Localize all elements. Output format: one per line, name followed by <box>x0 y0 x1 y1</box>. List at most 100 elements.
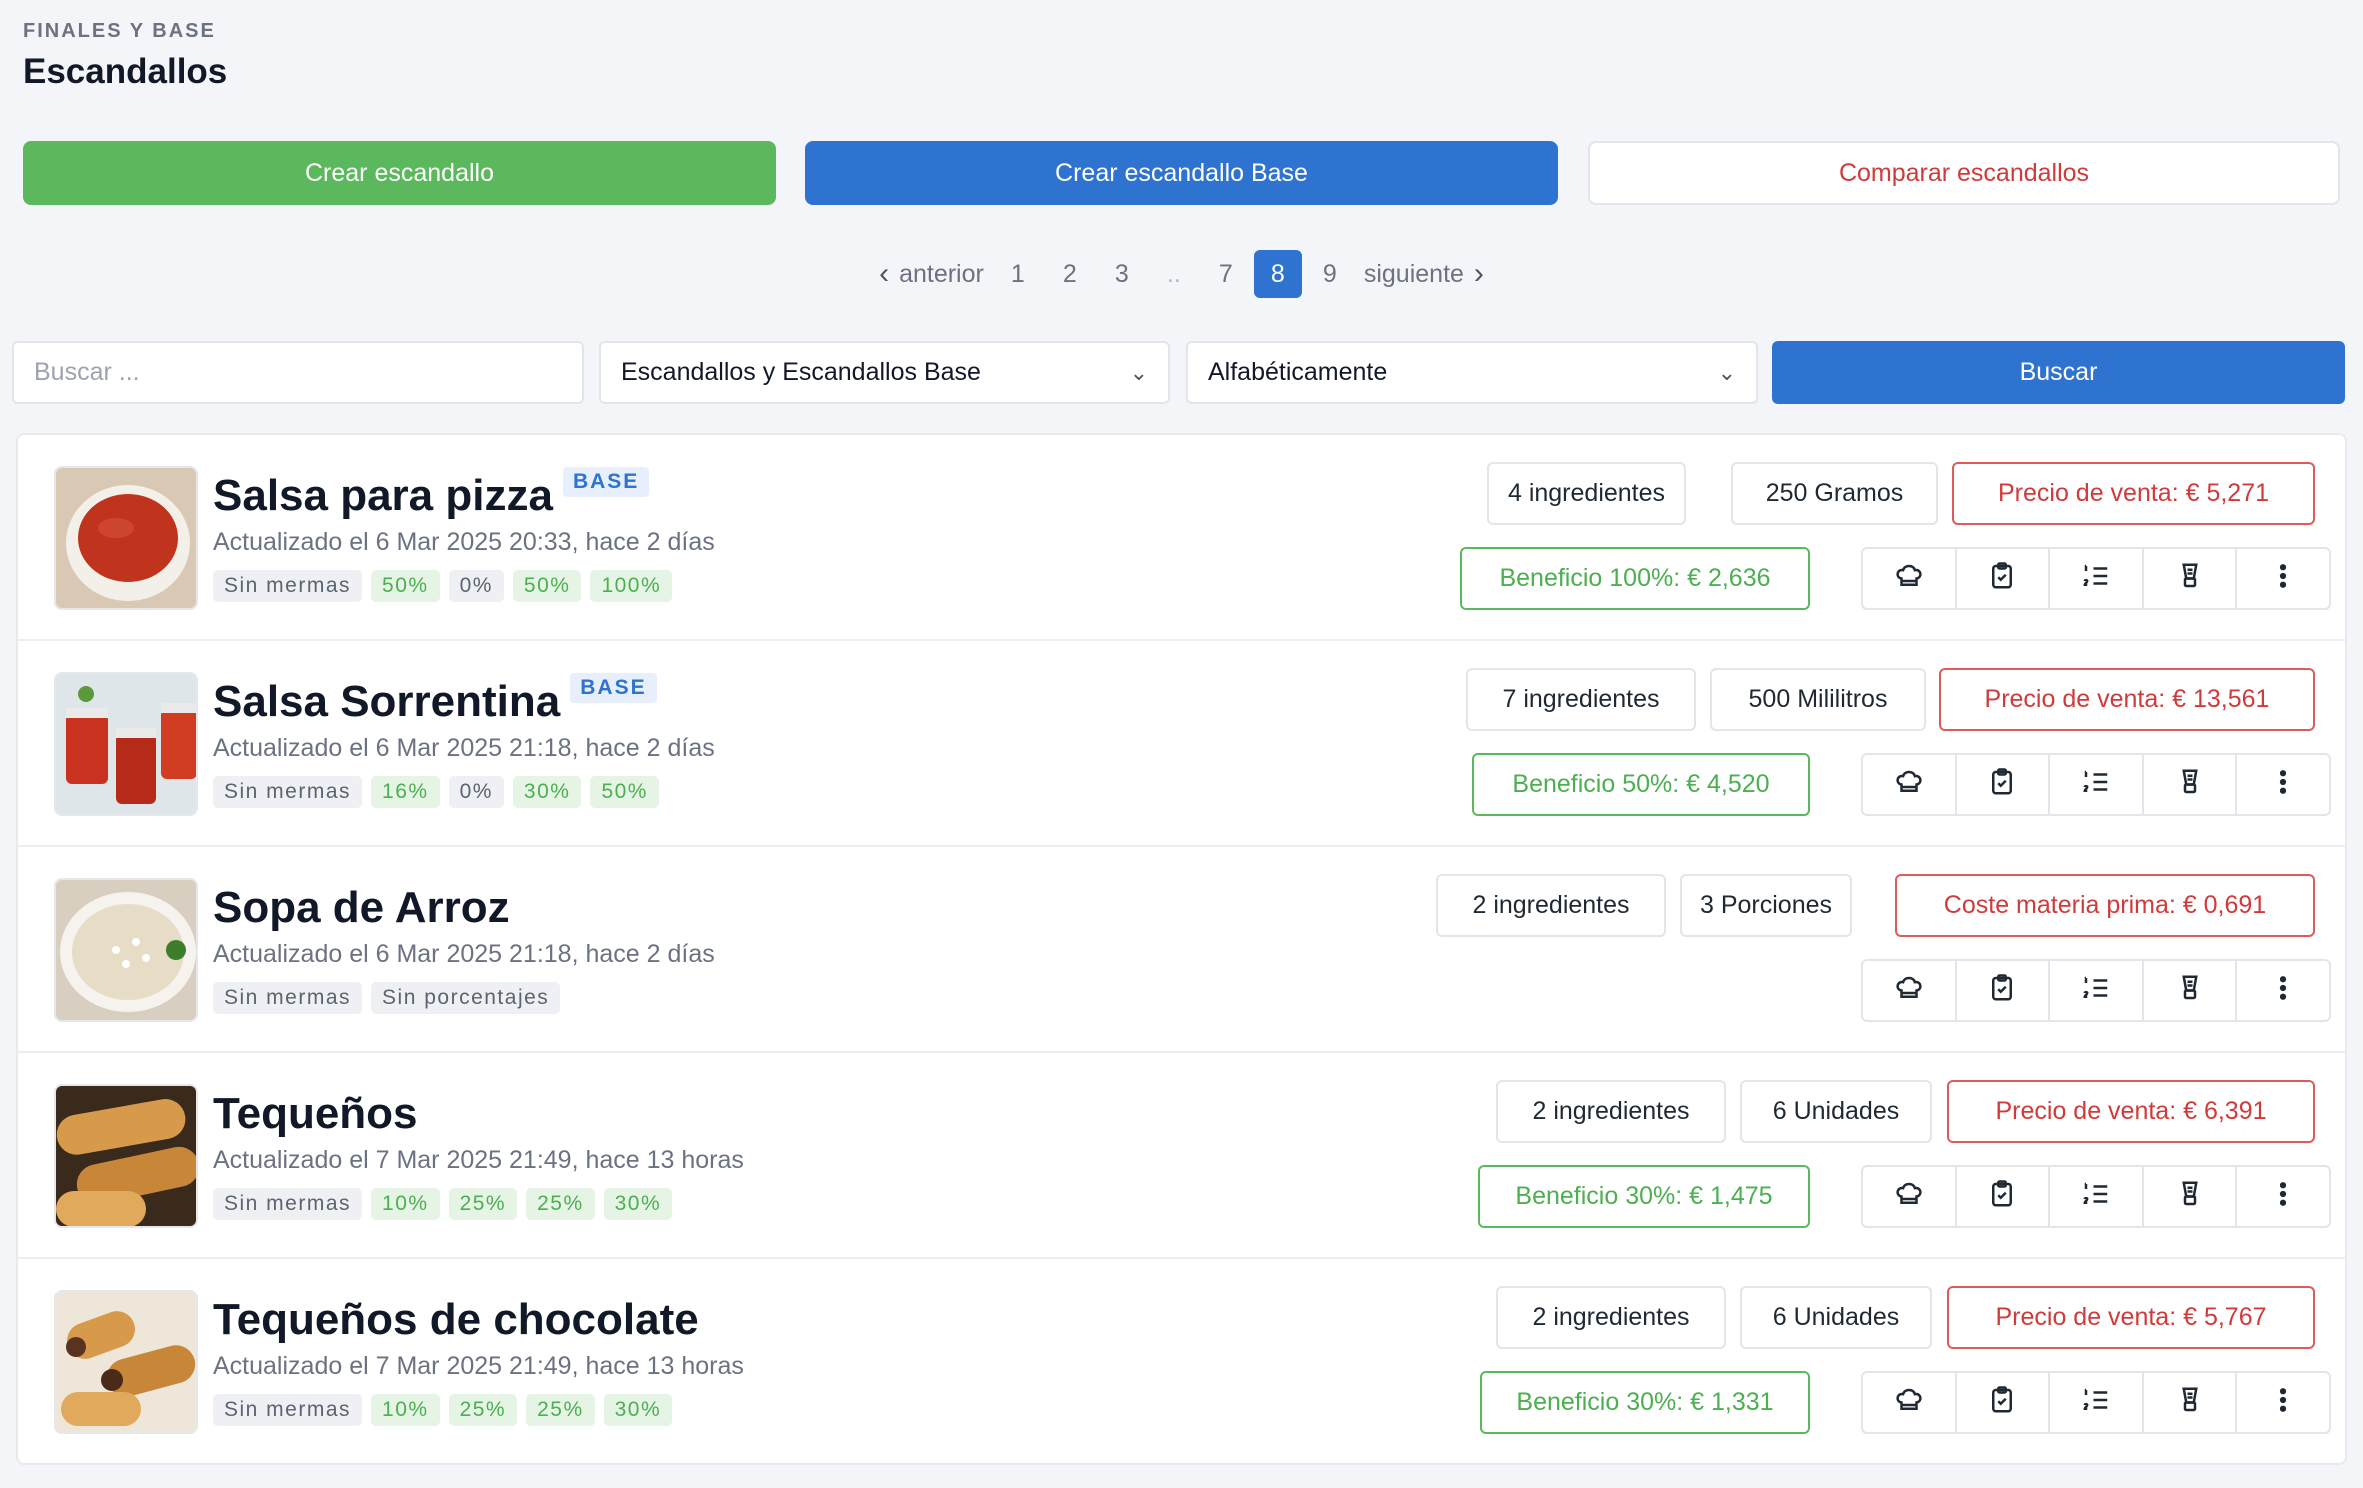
search-button[interactable]: Buscar <box>1772 341 2345 404</box>
recipe-name[interactable]: Tequeños de chocolate <box>213 1295 699 1345</box>
chevron-left-icon[interactable]: ‹ <box>879 257 889 291</box>
clipboard-check-icon <box>1987 561 2017 596</box>
recipe-name[interactable]: Sopa de Arroz <box>213 883 510 933</box>
more-vertical-icon <box>2268 1385 2298 1420</box>
pagination-page[interactable]: 1 <box>994 250 1042 298</box>
steps-button[interactable] <box>2050 549 2144 608</box>
blender-icon <box>2175 561 2205 596</box>
checklist-button[interactable] <box>1957 961 2051 1020</box>
row-actions <box>1861 1371 2331 1434</box>
page: FINALES Y BASE Escandallos Crear escanda… <box>0 0 2363 1488</box>
tag: Sin mermas <box>213 1188 363 1220</box>
steps-button[interactable] <box>2050 755 2144 814</box>
chevron-right-icon[interactable]: › <box>1474 257 1484 291</box>
profit-badge: Beneficio 30%: € 1,475 <box>1478 1165 1810 1228</box>
pagination-ellipsis: .. <box>1166 259 1181 288</box>
profit-badge: Beneficio 50%: € 4,520 <box>1472 753 1810 816</box>
create-escandallo-base-button[interactable]: Crear escandallo Base <box>805 141 1558 205</box>
create-escandallo-button[interactable]: Crear escandallo <box>23 141 776 205</box>
more-options-button[interactable] <box>2237 1167 2329 1226</box>
list-item[interactable]: Salsa para pizza BASE Actualizado el 6 Mar… <box>18 435 2345 641</box>
steps-button[interactable] <box>2050 961 2144 1020</box>
more-vertical-icon <box>2268 1179 2298 1214</box>
tag: 10% <box>371 1188 440 1220</box>
checklist-button[interactable] <box>1957 1167 2051 1226</box>
recipe-button[interactable] <box>1863 1167 1957 1226</box>
checklist-button[interactable] <box>1957 755 2051 814</box>
ordered-list-icon <box>2081 767 2111 802</box>
tag-list: Sin mermas 50% 0% 50% 100% <box>213 570 673 602</box>
steps-button[interactable] <box>2050 1373 2144 1432</box>
quantity-badge: 3 Porciones <box>1680 874 1852 937</box>
tag: 0% <box>448 776 504 808</box>
tag-list: Sin mermas 16% 0% 30% 50% <box>213 776 659 808</box>
row-actions <box>1861 959 2331 1022</box>
tag-list: Sin mermas Sin porcentajes <box>213 982 561 1014</box>
profit-badge: Beneficio 30%: € 1,331 <box>1480 1371 1810 1434</box>
pagination-next[interactable]: siguiente <box>1358 250 1470 298</box>
escandallos-list: Salsa para pizza BASE Actualizado el 6 Mar… <box>16 433 2347 1465</box>
elaboration-button[interactable] <box>2144 1373 2238 1432</box>
more-options-button[interactable] <box>2237 1373 2329 1432</box>
clipboard-check-icon <box>1987 1385 2017 1420</box>
recipe-button[interactable] <box>1863 961 1957 1020</box>
recipe-button[interactable] <box>1863 755 1957 814</box>
compare-escandallos-button[interactable]: Comparar escandallos <box>1588 141 2340 205</box>
tag: 50% <box>590 776 659 808</box>
clipboard-check-icon <box>1987 1179 2017 1214</box>
base-badge: BASE <box>570 673 657 703</box>
ingredients-count[interactable]: 2 ingredientes <box>1436 874 1666 937</box>
ingredients-count[interactable]: 4 ingredientes <box>1487 462 1686 525</box>
recipe-button[interactable] <box>1863 1373 1957 1432</box>
row-actions <box>1861 547 2331 610</box>
clipboard-check-icon <box>1987 973 2017 1008</box>
checklist-button[interactable] <box>1957 1373 2051 1432</box>
recipe-name[interactable]: Salsa para pizza BASE <box>213 467 650 521</box>
ingredients-count[interactable]: 7 ingredientes <box>1466 668 1696 731</box>
pagination-page-current[interactable]: 8 <box>1253 250 1302 298</box>
updated-text: Actualizado el 7 Mar 2025 21:49, hace 13… <box>213 1146 744 1174</box>
more-options-button[interactable] <box>2237 549 2329 608</box>
pagination-page[interactable]: 7 <box>1202 250 1250 298</box>
pagination-prev[interactable]: anterior <box>893 250 990 298</box>
list-item[interactable]: Salsa Sorrentina BASE Actualizado el 6 Mar… <box>18 641 2345 847</box>
recipe-name[interactable]: Salsa Sorrentina BASE <box>213 673 657 727</box>
checklist-button[interactable] <box>1957 549 2051 608</box>
search-input[interactable] <box>34 358 562 387</box>
sort-select[interactable]: Alfabéticamente ⌄ <box>1186 341 1758 404</box>
recipe-button[interactable] <box>1863 549 1957 608</box>
more-options-button[interactable] <box>2237 755 2329 814</box>
quantity-badge: 250 Gramos <box>1731 462 1938 525</box>
search-field[interactable] <box>12 341 584 404</box>
updated-text: Actualizado el 6 Mar 2025 20:33, hace 2 … <box>213 528 715 556</box>
ingredients-count[interactable]: 2 ingredientes <box>1496 1286 1726 1349</box>
elaboration-button[interactable] <box>2144 549 2238 608</box>
ingredients-count[interactable]: 2 ingredientes <box>1496 1080 1726 1143</box>
pagination-page[interactable]: 3 <box>1098 250 1146 298</box>
list-item[interactable]: Sopa de Arroz Actualizado el 6 Mar 2025 2… <box>18 847 2345 1053</box>
list-item[interactable]: Tequeños de chocolate Actualizado el 7 Ma… <box>18 1259 2345 1463</box>
type-select-value: Escandallos y Escandallos Base <box>621 358 981 386</box>
more-vertical-icon <box>2268 767 2298 802</box>
profit-badge: Beneficio 100%: € 2,636 <box>1460 547 1810 610</box>
type-select[interactable]: Escandallos y Escandallos Base ⌄ <box>599 341 1170 404</box>
tag: 25% <box>526 1394 595 1426</box>
elaboration-button[interactable] <box>2144 1167 2238 1226</box>
elaboration-button[interactable] <box>2144 755 2238 814</box>
price-badge: Coste materia prima: € 0,691 <box>1895 874 2315 937</box>
chef-hat-icon <box>1894 973 1924 1008</box>
pagination-page[interactable]: 2 <box>1046 250 1094 298</box>
pagination-page[interactable]: 9 <box>1306 250 1354 298</box>
price-badge: Precio de venta: € 6,391 <box>1947 1080 2315 1143</box>
more-options-button[interactable] <box>2237 961 2329 1020</box>
tag: 25% <box>526 1188 595 1220</box>
recipe-photo <box>54 672 198 816</box>
pagination: ‹ anterior 1 2 3 .. 7 8 9 siguiente › <box>0 250 2363 298</box>
steps-button[interactable] <box>2050 1167 2144 1226</box>
list-item[interactable]: Tequeños Actualizado el 7 Mar 2025 21:49,… <box>18 1053 2345 1259</box>
recipe-name[interactable]: Tequeños <box>213 1089 418 1139</box>
elaboration-button[interactable] <box>2144 961 2238 1020</box>
quantity-badge: 500 Mililitros <box>1710 668 1926 731</box>
more-vertical-icon <box>2268 973 2298 1008</box>
chevron-down-icon: ⌄ <box>1717 359 1736 385</box>
